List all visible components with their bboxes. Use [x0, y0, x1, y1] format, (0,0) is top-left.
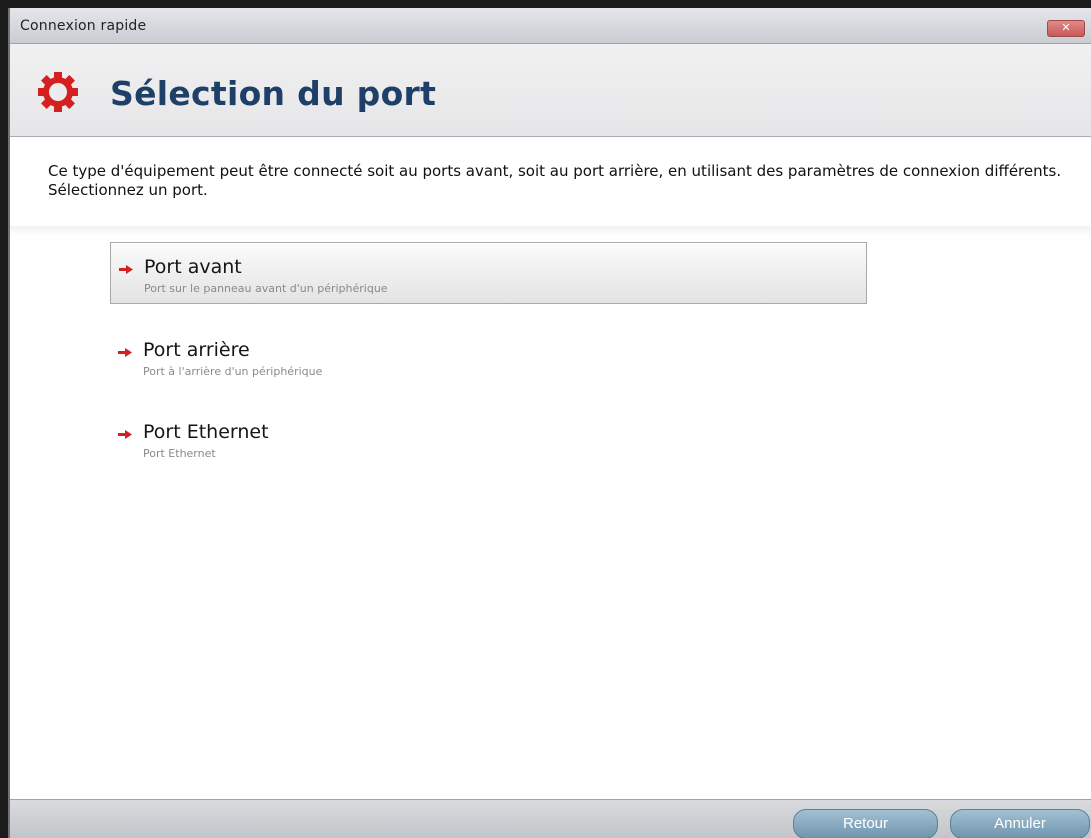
- footer-bar: Retour Annuler: [10, 799, 1091, 838]
- arrow-right-icon: [118, 348, 132, 357]
- port-option-label: Port arrière: [143, 339, 250, 361]
- description-text: Ce type d'équipement peut être connecté …: [48, 162, 1062, 199]
- port-option-description: Port à l'arrière d'un périphérique: [143, 365, 323, 378]
- page-header: Sélection du port: [10, 44, 1091, 137]
- divider: [10, 226, 1091, 236]
- arrow-right-icon: [118, 430, 132, 439]
- title-bar: Connexion rapide ✕: [10, 8, 1091, 44]
- port-option-description: Port sur le panneau avant d'un périphéri…: [144, 282, 388, 295]
- gear-icon: [38, 72, 78, 112]
- port-option-label: Port Ethernet: [143, 421, 269, 443]
- port-option-front[interactable]: Port avant Port sur le panneau avant d'u…: [110, 242, 867, 304]
- port-option-label: Port avant: [144, 256, 242, 278]
- quick-connect-window: Connexion rapide ✕ Sélection du port Ce …: [8, 8, 1091, 838]
- close-button[interactable]: ✕: [1047, 20, 1085, 37]
- back-button[interactable]: Retour: [793, 809, 938, 838]
- port-option-ethernet[interactable]: Port Ethernet Port Ethernet: [110, 408, 867, 470]
- close-icon: ✕: [1061, 21, 1071, 34]
- page-title: Sélection du port: [110, 74, 437, 113]
- port-option-description: Port Ethernet: [143, 447, 216, 460]
- arrow-right-icon: [119, 265, 133, 274]
- cancel-button[interactable]: Annuler: [950, 809, 1090, 838]
- port-option-rear[interactable]: Port arrière Port à l'arrière d'un périp…: [110, 326, 867, 388]
- window-title: Connexion rapide: [20, 18, 147, 34]
